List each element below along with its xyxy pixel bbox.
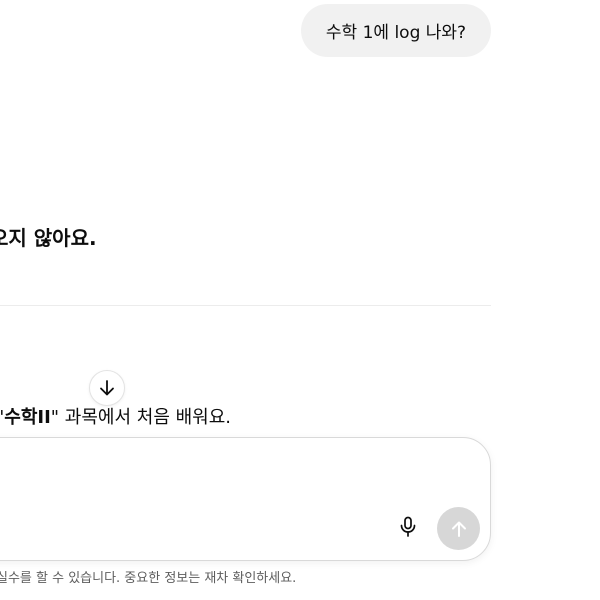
user-message-bubble: 수학 1에 log 나와?: [301, 4, 491, 57]
disclaimer-text: 실수를 할 수 있습니다. 중요한 정보는 재차 확인하세요.: [0, 571, 297, 586]
send-button[interactable]: [437, 507, 480, 550]
answer-line-rest: " 과목에서 처음 배워요.: [50, 407, 232, 428]
voice-input-button[interactable]: [395, 514, 421, 540]
assistant-answer-heading: 오지 않아요.: [0, 226, 97, 250]
message-input[interactable]: [21, 454, 445, 484]
chat-page: 수학 1에 log 나와? 오지 않아요. "수학II" 과목에서 처음 배워요…: [0, 0, 600, 600]
microphone-icon: [400, 516, 416, 537]
message-composer: [0, 437, 491, 561]
assistant-answer-line: "수학II" 과목에서 처음 배워요.: [0, 404, 231, 432]
arrow-down-icon: [100, 380, 114, 396]
answer-subject-name: 수학II: [4, 407, 51, 428]
user-message-text: 수학 1에 log 나와?: [325, 23, 467, 43]
arrow-up-icon: [451, 521, 466, 537]
section-divider: [0, 305, 491, 306]
scroll-to-bottom-button[interactable]: [89, 370, 125, 406]
